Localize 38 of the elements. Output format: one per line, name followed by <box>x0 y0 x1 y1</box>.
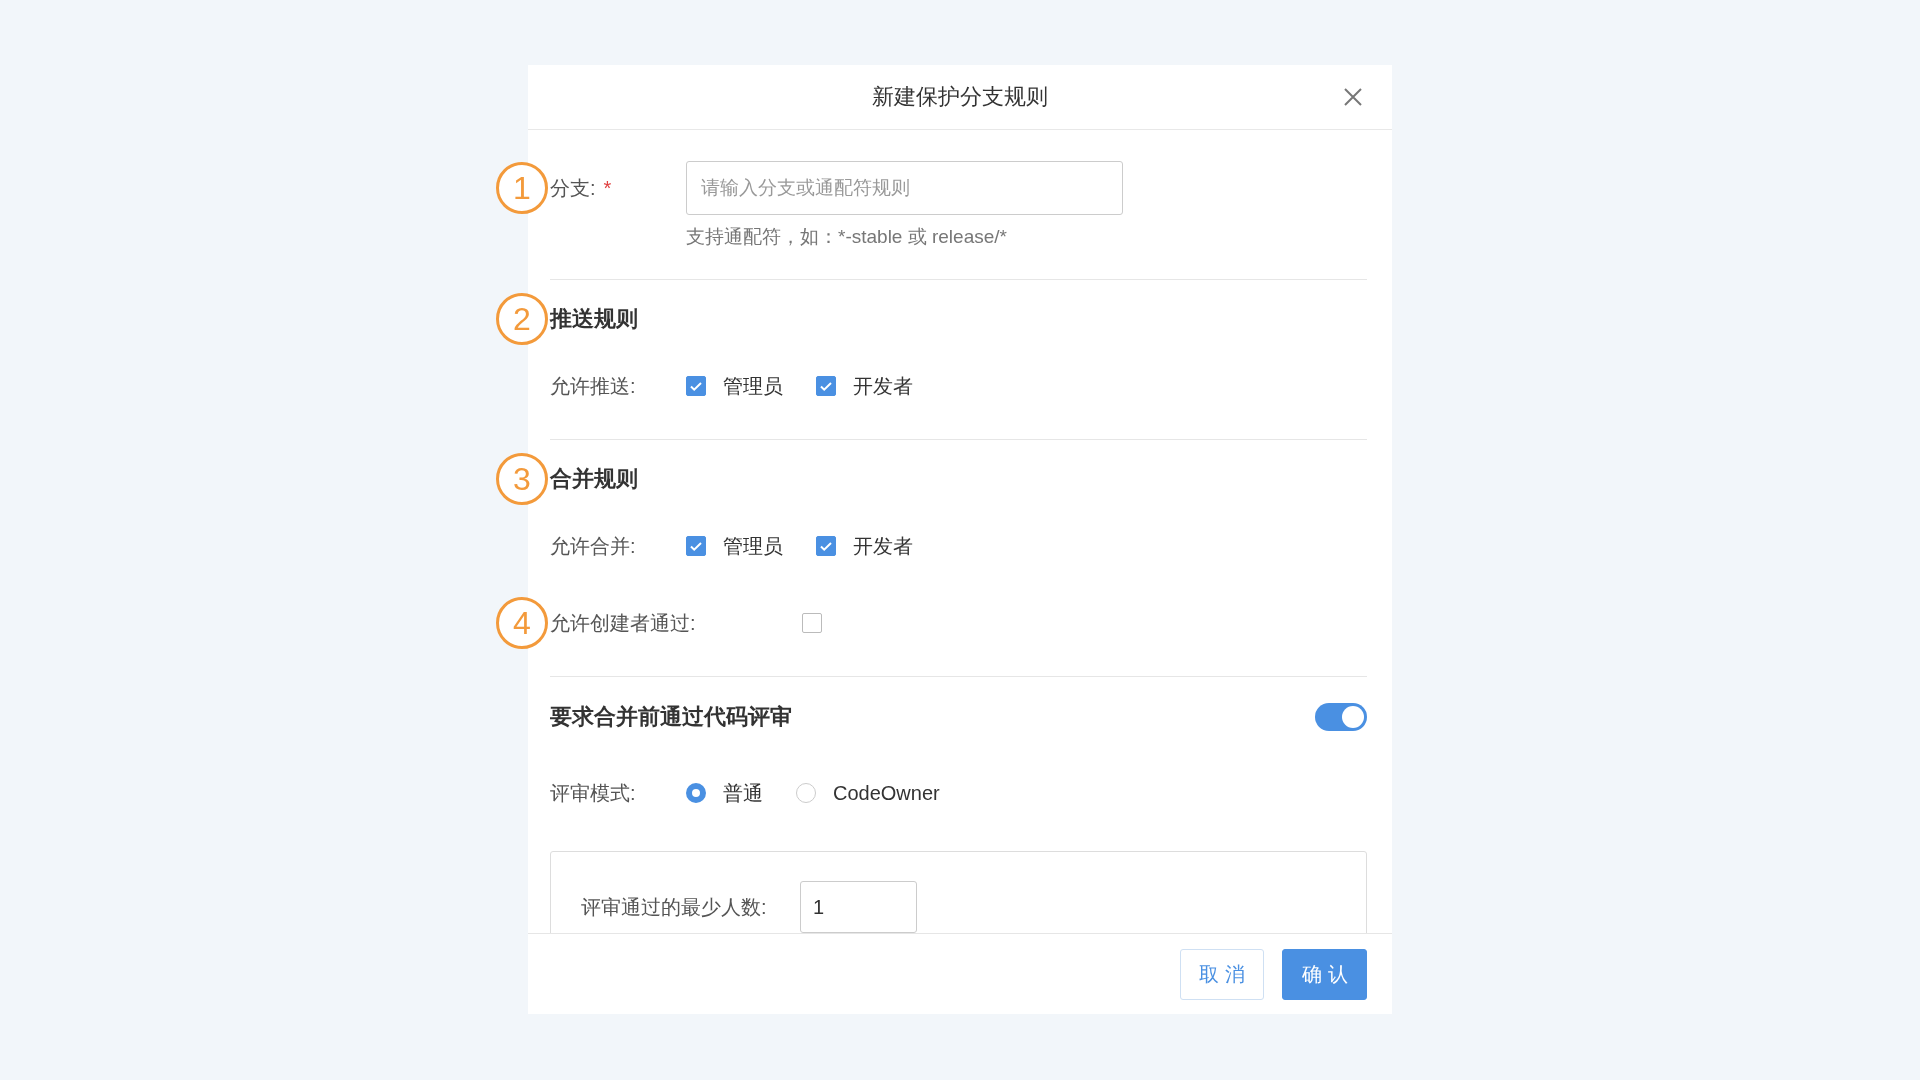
hint-text: 支持通配符，如：*-stable 或 release/* <box>686 225 1008 249</box>
section-heading: 要求合并前通过代码评审 <box>550 703 792 731</box>
checkbox-label: 开发者 <box>853 373 913 399</box>
dialog-title: 新建保护分支规则 <box>872 83 1048 111</box>
field-label: 评审通过的最少人数: <box>581 894 768 920</box>
checkbox[interactable] <box>816 536 836 556</box>
field-label: 允许合并: <box>550 533 637 559</box>
cancel-button[interactable]: 取消 <box>1180 948 1264 1000</box>
close-icon[interactable] <box>1343 87 1363 107</box>
number-input-field[interactable]: 1 <box>800 881 917 933</box>
radio-label: 普通 <box>723 780 763 806</box>
section-heading: 推送规则 <box>550 305 638 333</box>
check-icon <box>820 542 832 552</box>
checkbox-label: 管理员 <box>723 373 783 399</box>
step-number-badge: 3 <box>496 453 548 505</box>
section-heading: 合并规则 <box>550 465 638 493</box>
field-label: 允许创建者通过: <box>550 610 697 636</box>
field-label: 评审模式: <box>550 780 637 806</box>
checkbox[interactable] <box>686 376 706 396</box>
checkbox[interactable] <box>802 613 822 633</box>
radio-label: CodeOwner <box>833 781 940 805</box>
check-icon <box>690 382 702 392</box>
radio-button[interactable] <box>796 783 816 803</box>
checkbox-label: 开发者 <box>853 533 913 559</box>
check-icon <box>690 542 702 552</box>
field-label: 允许推送: <box>550 373 637 399</box>
step-number-badge: 2 <box>496 293 548 345</box>
radio-button[interactable] <box>686 783 706 803</box>
toggle-switch[interactable] <box>1315 703 1367 731</box>
step-number-badge: 1 <box>496 162 548 214</box>
checkbox[interactable] <box>816 376 836 396</box>
confirm-button[interactable]: 确认 <box>1282 948 1367 1000</box>
check-icon <box>820 382 832 392</box>
step-number-badge: 4 <box>496 597 548 649</box>
checkbox-label: 管理员 <box>723 533 783 559</box>
branch-input-field[interactable]: 请输入分支或通配符规则 <box>686 161 1123 215</box>
field-label: 分支: * <box>550 176 613 201</box>
checkbox[interactable] <box>686 536 706 556</box>
